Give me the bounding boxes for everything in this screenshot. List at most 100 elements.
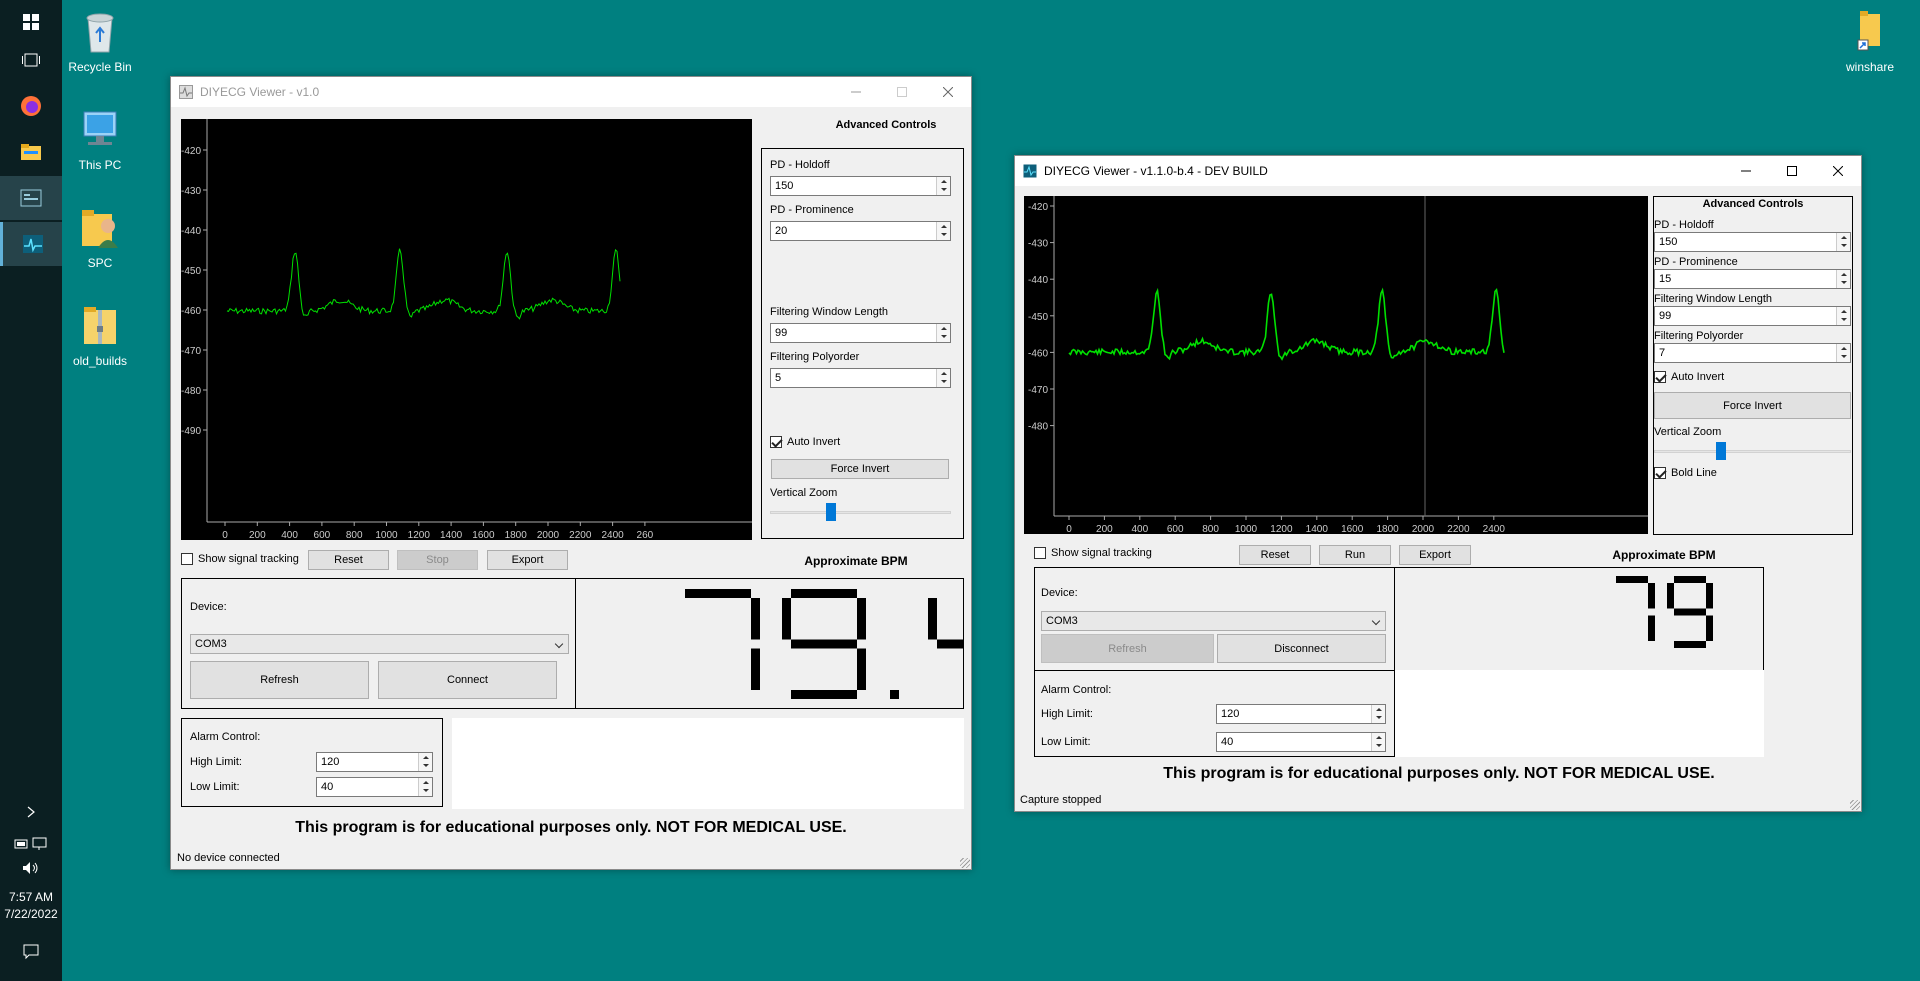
spin-arrows[interactable] bbox=[1836, 344, 1850, 362]
pd-prominence-spinbox[interactable]: 20 bbox=[770, 221, 951, 241]
refresh-button[interactable]: Refresh bbox=[1041, 634, 1214, 663]
filter-polyorder-spinbox[interactable]: 7 bbox=[1654, 343, 1851, 363]
slider-thumb[interactable] bbox=[826, 503, 837, 521]
auto-invert-checkbox[interactable]: Auto Invert bbox=[1654, 371, 1724, 383]
low-limit-spinbox[interactable]: 40 bbox=[316, 777, 433, 797]
high-limit-spinbox[interactable]: 120 bbox=[316, 752, 433, 772]
x-tick-label: 200 bbox=[1096, 524, 1113, 534]
export-button[interactable]: Export bbox=[487, 550, 568, 570]
taskbar-diyecg-v1[interactable] bbox=[0, 176, 62, 220]
run-button[interactable]: Run bbox=[1319, 545, 1391, 565]
maximize-button[interactable] bbox=[1769, 156, 1815, 186]
checkbox-checked-icon bbox=[1654, 371, 1666, 383]
resize-grip[interactable] bbox=[960, 858, 970, 868]
task-view-button[interactable] bbox=[0, 38, 62, 82]
y-tick-label: -440 bbox=[181, 226, 201, 237]
y-tick-label: -470 bbox=[181, 346, 201, 357]
spin-arrows[interactable] bbox=[418, 753, 432, 771]
digit-segment bbox=[1706, 583, 1713, 609]
ecg-plot[interactable]: -420 -430 -440 -450 -460 -470 -480 -490 0 200 400 6… bbox=[181, 119, 752, 540]
auto-invert-checkbox[interactable]: Auto Invert bbox=[770, 436, 840, 448]
show-signal-tracking-checkbox[interactable]: Show signal tracking bbox=[181, 553, 299, 565]
taskbar-diyecg-dev[interactable] bbox=[0, 222, 62, 266]
digit-segment bbox=[1674, 576, 1706, 583]
spin-arrows[interactable] bbox=[936, 369, 950, 387]
desktop-icon-old-builds[interactable]: old_builds bbox=[60, 302, 140, 368]
spin-arrows[interactable] bbox=[1836, 307, 1850, 325]
device-combobox[interactable]: COM3 bbox=[1041, 611, 1386, 631]
volume-icon bbox=[23, 862, 38, 874]
spin-arrows[interactable] bbox=[936, 324, 950, 342]
reset-button[interactable]: Reset bbox=[1239, 545, 1311, 565]
pd-prominence-spinbox[interactable]: 15 bbox=[1654, 269, 1851, 289]
disclaimer-text: This program is for educational purposes… bbox=[1163, 765, 1715, 782]
alarm-control-panel: Alarm Control: High Limit: 120 Low Limit… bbox=[181, 718, 443, 807]
checkbox-unchecked-icon bbox=[181, 553, 193, 565]
clock-date[interactable]: 7/22/2022 bbox=[0, 907, 62, 922]
slider-track bbox=[770, 511, 951, 514]
bpm-display bbox=[1394, 567, 1764, 671]
spin-arrows[interactable] bbox=[418, 778, 432, 796]
device-combobox[interactable]: COM3 bbox=[190, 634, 569, 654]
force-invert-button[interactable]: Force Invert bbox=[1654, 392, 1851, 419]
filter-polyorder-label: Filtering Polyorder bbox=[1654, 330, 1744, 342]
spin-arrows[interactable] bbox=[936, 177, 950, 195]
spin-arrows[interactable] bbox=[1371, 705, 1385, 723]
maximize-button[interactable] bbox=[879, 77, 925, 107]
ecg-trace bbox=[1068, 287, 1505, 361]
close-button[interactable] bbox=[1815, 156, 1861, 186]
minimize-button[interactable] bbox=[1723, 156, 1769, 186]
stop-button[interactable]: Stop bbox=[397, 550, 478, 570]
ecg-plot[interactable]: -420 -430 -440 -450 -460 -470 -480 0 200 400 600 80… bbox=[1024, 196, 1648, 534]
refresh-button[interactable]: Refresh bbox=[190, 661, 369, 699]
high-limit-spinbox[interactable]: 120 bbox=[1216, 704, 1386, 724]
desktop-icon-spc[interactable]: SPC bbox=[60, 204, 140, 270]
show-hidden-icons-button[interactable] bbox=[0, 800, 62, 824]
disclaimer-text: This program is for educational purposes… bbox=[295, 819, 847, 836]
pd-holdoff-spinbox[interactable]: 150 bbox=[1654, 232, 1851, 252]
force-invert-button[interactable]: Force Invert bbox=[771, 459, 949, 479]
digit-segment bbox=[857, 598, 866, 640]
title-bar[interactable]: DIYECG Viewer - v1.1.0-b.4 - DEV BUILD bbox=[1015, 156, 1861, 186]
app-icon bbox=[179, 85, 193, 99]
show-signal-tracking-checkbox[interactable]: Show signal tracking bbox=[1034, 547, 1152, 559]
vertical-zoom-slider[interactable] bbox=[770, 502, 951, 522]
filter-polyorder-spinbox[interactable]: 5 bbox=[770, 368, 951, 388]
close-button[interactable] bbox=[925, 77, 971, 107]
y-tick-label: -490 bbox=[181, 426, 201, 437]
bold-line-checkbox[interactable]: Bold Line bbox=[1654, 467, 1717, 479]
network-battery-icon bbox=[14, 837, 47, 850]
minimize-button[interactable] bbox=[833, 77, 879, 107]
zip-folder-icon bbox=[84, 307, 116, 344]
reset-button[interactable]: Reset bbox=[308, 550, 389, 570]
digit-segment bbox=[1616, 576, 1648, 583]
x-tick-label: 400 bbox=[1131, 524, 1148, 534]
low-limit-spinbox[interactable]: 40 bbox=[1216, 732, 1386, 752]
tray-network[interactable] bbox=[0, 832, 62, 856]
filter-window-spinbox[interactable]: 99 bbox=[1654, 306, 1851, 326]
spin-arrows[interactable] bbox=[936, 222, 950, 240]
spin-arrows[interactable] bbox=[1371, 733, 1385, 751]
connect-button[interactable]: Connect bbox=[378, 661, 557, 699]
title-bar[interactable]: DIYECG Viewer - v1.0 bbox=[171, 77, 971, 107]
desktop-icon-this-pc[interactable]: This PC bbox=[60, 106, 140, 172]
desktop-icon-recycle-bin[interactable]: Recycle Bin bbox=[60, 8, 140, 74]
desktop-icon-winshare[interactable]: winshare bbox=[1830, 8, 1910, 74]
filter-window-spinbox[interactable]: 99 bbox=[770, 323, 951, 343]
y-tick-label: -440 bbox=[1028, 275, 1048, 286]
tray-volume[interactable] bbox=[0, 856, 62, 880]
low-limit-label: Low Limit: bbox=[190, 781, 240, 793]
resize-grip[interactable] bbox=[1850, 800, 1860, 810]
clock-time[interactable]: 7:57 AM bbox=[0, 890, 62, 905]
spin-arrows[interactable] bbox=[1836, 270, 1850, 288]
spin-arrows[interactable] bbox=[1836, 233, 1850, 251]
taskbar-file-explorer[interactable] bbox=[0, 130, 62, 174]
vertical-zoom-slider[interactable] bbox=[1654, 441, 1851, 461]
taskbar-firefox[interactable] bbox=[0, 84, 62, 128]
action-center-button[interactable] bbox=[0, 930, 62, 974]
close-icon bbox=[1833, 166, 1843, 176]
slider-thumb[interactable] bbox=[1715, 442, 1726, 460]
disconnect-button[interactable]: Disconnect bbox=[1217, 634, 1386, 663]
export-button[interactable]: Export bbox=[1399, 545, 1471, 565]
pd-holdoff-spinbox[interactable]: 150 bbox=[770, 176, 951, 196]
